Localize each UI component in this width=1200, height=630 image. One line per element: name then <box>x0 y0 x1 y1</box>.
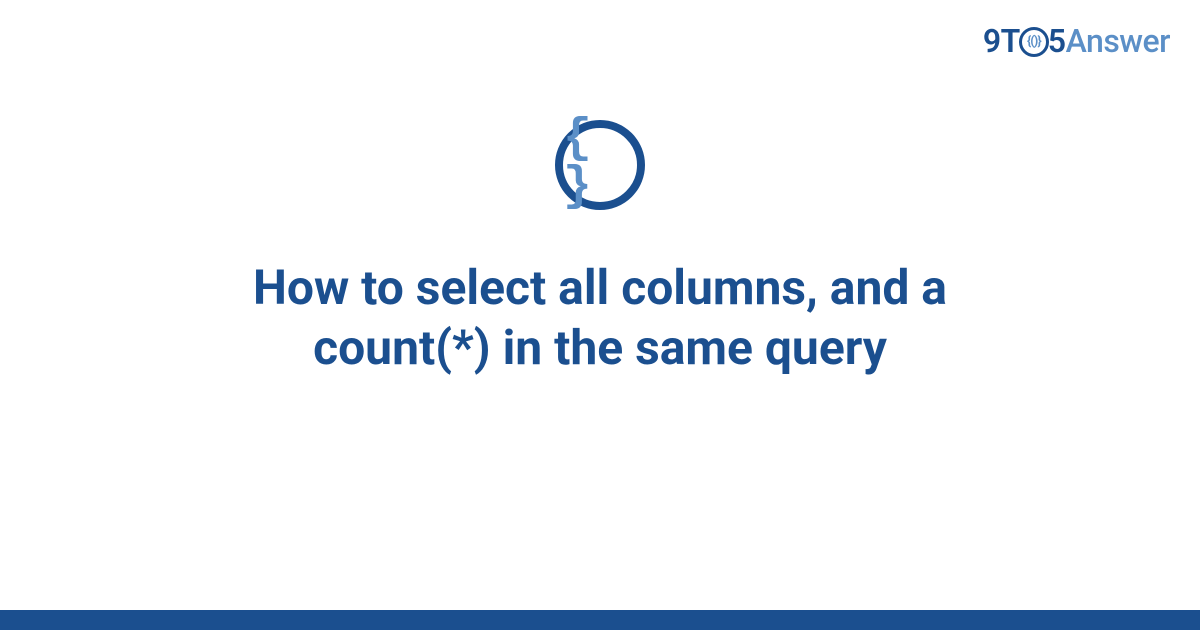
code-braces-icon: { } <box>563 115 637 211</box>
logo-o-inner: {()} <box>1027 34 1041 49</box>
logo-five: 5 <box>1048 22 1066 60</box>
logo-t: T <box>1001 22 1020 60</box>
site-logo: 9T {()} 5Answer <box>983 22 1170 60</box>
question-title: How to select all columns, and a count(*… <box>120 258 1080 378</box>
logo-nine: 9 <box>983 22 1001 60</box>
logo-answer: Answer <box>1066 22 1170 60</box>
logo-o-circle: {()} <box>1019 27 1049 57</box>
footer-bar <box>0 610 1200 630</box>
topic-icon-circle: { } <box>555 120 645 210</box>
main-content: { } How to select all columns, and a cou… <box>0 120 1200 378</box>
